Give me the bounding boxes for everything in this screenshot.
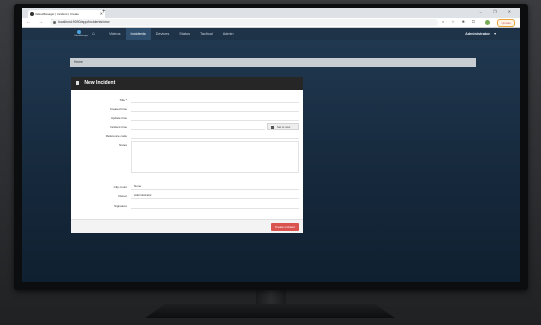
panel-footer: Create incident	[71, 219, 303, 233]
notes-textarea[interactable]	[131, 141, 299, 173]
panel-header: New Incident	[71, 77, 303, 90]
form-row-reference: Reference code	[71, 132, 303, 140]
form-row-notes: Notes	[71, 141, 303, 173]
user-caret-icon: ▾	[494, 32, 496, 36]
app-logo[interactable]: VideoManager	[74, 30, 88, 39]
incident-time-input[interactable]	[131, 123, 265, 130]
form-row-clip-count: Clip count None	[71, 183, 303, 191]
document-icon	[76, 80, 79, 85]
incident-form: Title * Created time Update time Inciden…	[71, 90, 303, 219]
lock-icon	[53, 21, 56, 24]
new-tab-button[interactable]: +	[102, 9, 106, 15]
field-label: Reference code	[105, 134, 127, 138]
tab-title: VideoManager | Incident | Create	[35, 12, 79, 16]
new-incident-panel: New Incident Title * Created time Update…	[71, 77, 303, 233]
field-label: Incident time	[109, 125, 127, 129]
form-row-update-time: Update time	[71, 114, 303, 122]
field-label: Notes	[119, 143, 127, 147]
field-label: Owner	[118, 194, 127, 198]
browser-tab-bar: VideoManager | Incident | Create ✕ + – ❐…	[22, 8, 520, 18]
logo-text: VideoManager	[74, 35, 89, 37]
field-label: Clip count	[113, 185, 127, 189]
home-icon[interactable]: ⌂	[92, 31, 95, 37]
profile-avatar[interactable]	[485, 20, 490, 25]
set-to-now-label: Set to now	[277, 125, 291, 129]
calendar-icon	[271, 125, 274, 129]
clip-count-value: None	[131, 183, 299, 190]
screen: VideoManager | Incident | Create ✕ + – ❐…	[22, 8, 520, 282]
form-row-created-time: Created time	[71, 105, 303, 113]
content-area: Home New Incident Title * Created time U…	[22, 40, 520, 282]
form-row-owner: Owner Administrator	[71, 192, 303, 200]
url-text: localhost:9090/app/incidents/new	[58, 20, 110, 24]
created-time-input[interactable]	[131, 105, 299, 112]
set-to-now-button[interactable]: Set to now	[267, 123, 299, 130]
update-time-input[interactable]	[131, 114, 299, 121]
owner-value: Administrator	[131, 192, 299, 199]
field-label: Update time	[110, 116, 127, 120]
window-controls[interactable]: – ❐ ✕	[480, 9, 516, 14]
update-button[interactable]: Update	[497, 19, 515, 27]
user-name: Administrator	[465, 32, 491, 36]
field-label: Title *	[119, 98, 127, 102]
signature-input[interactable]	[131, 202, 299, 209]
url-input[interactable]: localhost:9090/app/incidents/new	[50, 19, 438, 26]
panel-title: New Incident	[84, 80, 116, 86]
form-row-title: Title *	[71, 96, 303, 104]
monitor: VideoManager | Incident | Create ✕ + – ❐…	[14, 4, 528, 290]
breadcrumb: Home	[70, 58, 476, 67]
create-incident-button[interactable]: Create incident	[270, 223, 299, 231]
extension-icons[interactable]: ⌕ ☆ ✱ ▢	[442, 19, 478, 24]
monitor-stand-base	[145, 304, 395, 318]
title-input[interactable]	[131, 96, 299, 103]
logo-mark-icon	[77, 30, 81, 34]
form-row-signature: Signature	[71, 202, 303, 210]
field-label: Signature	[114, 204, 127, 208]
favicon-icon	[30, 12, 34, 16]
field-label: Created time	[109, 107, 127, 111]
address-bar-row: ← → C localhost:9090/app/incidents/new ⌕…	[22, 18, 520, 28]
breadcrumb-home[interactable]: Home	[74, 60, 83, 64]
form-row-incident-time: Incident time Set to now	[71, 123, 303, 131]
reference-code-input[interactable]	[131, 132, 299, 139]
browser-tab[interactable]: VideoManager | Incident | Create ✕	[28, 10, 105, 18]
